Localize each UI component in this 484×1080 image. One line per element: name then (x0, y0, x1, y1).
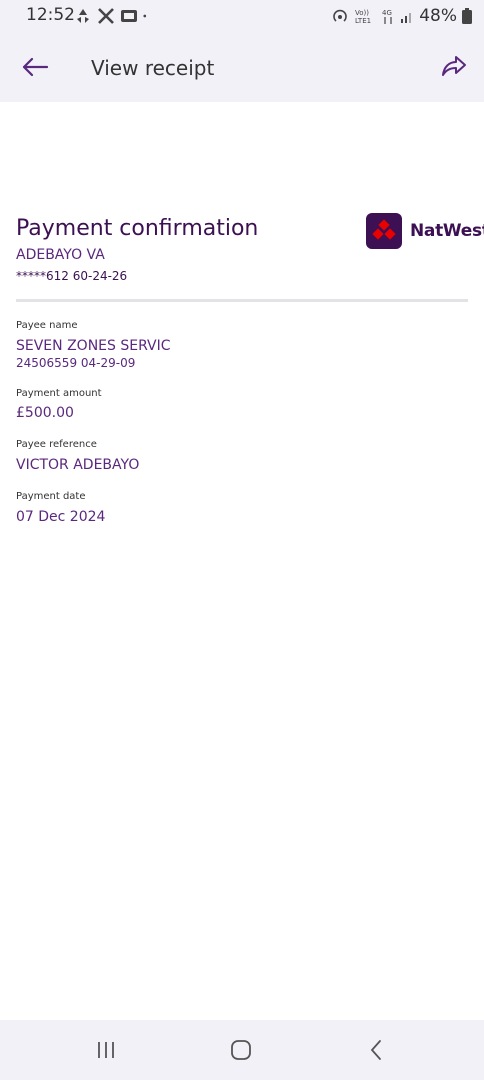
receipt-title: Payment confirmation (16, 216, 259, 241)
gallery-icon (121, 10, 137, 22)
system-nav-bar (0, 1020, 484, 1080)
app-header: View receipt (0, 32, 484, 102)
dot-icon (143, 14, 147, 18)
share-button[interactable] (440, 52, 468, 80)
x-logo-icon (98, 8, 114, 24)
back-button[interactable] (20, 52, 50, 82)
battery-percent: 48% (419, 6, 457, 26)
home-button[interactable] (230, 1039, 252, 1061)
natwest-logo: NatWest (366, 213, 484, 249)
4g-icon: 4G (382, 9, 392, 24)
payee-account: 24506559 04-29-09 (16, 356, 136, 370)
payment-date-label: Payment date (16, 491, 86, 502)
svg-text:4G: 4G (382, 9, 392, 17)
payment-amount: £500.00 (16, 405, 74, 421)
account-number: *****612 60-24-26 (16, 269, 128, 283)
payment-amount-label: Payment amount (16, 388, 102, 399)
status-bar: 12:52 Vo)) LTE1 4G 48% (0, 0, 484, 32)
page-title: View receipt (91, 56, 215, 80)
status-time: 12:52 (26, 5, 75, 25)
signal-icon (401, 13, 412, 23)
payment-date: 07 Dec 2024 (16, 509, 106, 525)
volte-icon: Vo))LTE1 (355, 9, 371, 25)
recycle-icon (77, 9, 89, 23)
notification-icons (74, 7, 151, 25)
battery-icon (462, 8, 472, 24)
payee-name: SEVEN ZONES SERVIC (16, 338, 171, 354)
payee-reference: VICTOR ADEBAYO (16, 457, 140, 473)
payee-name-label: Payee name (16, 320, 78, 331)
natwest-cubes-icon (366, 213, 402, 249)
system-status-icons: Vo)) LTE1 4G 48% (331, 5, 472, 27)
divider (16, 299, 468, 302)
svg-text:Vo)): Vo)) (355, 9, 369, 17)
payee-reference-label: Payee reference (16, 439, 97, 450)
system-back-button[interactable] (368, 1038, 384, 1062)
svg-text:LTE1: LTE1 (355, 17, 371, 25)
recent-apps-button[interactable] (96, 1040, 116, 1060)
account-name: ADEBAYO VA (16, 247, 105, 263)
natwest-wordmark: NatWest (410, 221, 484, 241)
hotspot-icon (333, 9, 347, 22)
